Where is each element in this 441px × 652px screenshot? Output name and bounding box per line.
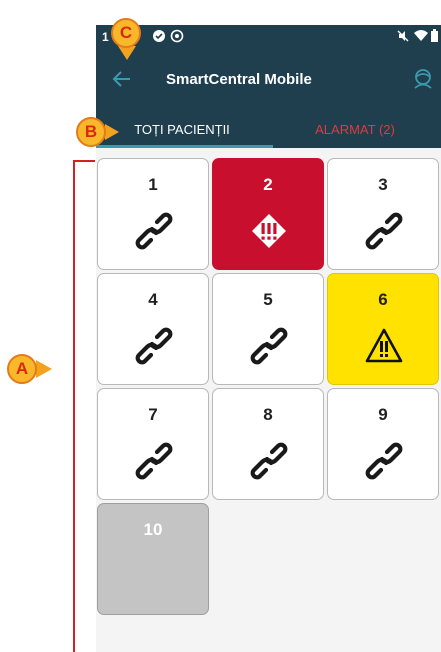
phone-screen: 1 SmartCentral Mobile TOȚI PACIENȚII ALA… [96,25,441,652]
tab-selected-indicator [96,145,273,148]
link-icon [364,211,404,251]
link-icon [134,211,174,251]
bed-tile-6[interactable]: 6 [327,273,439,385]
mute-icon [397,30,409,42]
callout-c-pointer [118,46,136,60]
bed-tile-8[interactable]: 8 [212,388,324,500]
notification-circle-icon [170,29,184,43]
bed-number: 6 [378,290,388,309]
bed-number: 7 [148,405,158,424]
bed-tile-1[interactable]: 1 [97,158,209,270]
callout-a-pointer [36,360,52,378]
toolbar: SmartCentral Mobile [96,55,441,107]
tab-all-patients[interactable]: TOȚI PACIENȚII [96,111,268,148]
link-icon [364,441,404,481]
app-bar: 1 SmartCentral Mobile TOȚI PACIENȚII ALA… [96,25,441,148]
bed-tile-5[interactable]: 5 [212,273,324,385]
bed-number: 4 [148,290,158,309]
bed-tile-9[interactable]: 9 [327,388,439,500]
patient-tabs: TOȚI PACIENȚII ALARMAT (2) [96,111,441,148]
user-profile-icon[interactable] [411,67,435,91]
bed-number: 10 [143,520,163,539]
bed-tile-10[interactable]: 10 [97,503,209,615]
callout-b-pointer [105,124,119,140]
tab-alarmed[interactable]: ALARMAT (2) [269,111,441,148]
bed-tile-3[interactable]: 3 [327,158,439,270]
bed-number: 8 [263,405,273,424]
callout-b: B [76,117,106,147]
callout-c: C [111,18,141,48]
callout-a-bracket [73,160,95,652]
back-arrow-icon[interactable] [110,67,134,91]
link-icon [134,326,174,366]
link-icon [249,326,289,366]
app-title: SmartCentral Mobile [166,71,312,88]
link-icon [249,441,289,481]
bed-tile-7[interactable]: 7 [97,388,209,500]
status-time: 1 [102,30,109,44]
callout-a: A [7,354,37,384]
bed-tile-2[interactable]: 2 [212,158,324,270]
link-icon [134,441,174,481]
wifi-icon [414,30,428,41]
alarm-diamond-icon [249,211,289,251]
battery-icon [431,29,438,42]
check-circle-icon [153,30,165,42]
bed-number: 9 [378,405,388,424]
warning-triangle-icon [364,326,404,366]
bed-tile-4[interactable]: 4 [97,273,209,385]
bed-number: 5 [263,290,273,309]
bed-number: 2 [263,175,273,194]
bed-number: 3 [378,175,388,194]
status-bar: 1 [96,25,441,49]
bed-number: 1 [148,175,158,194]
